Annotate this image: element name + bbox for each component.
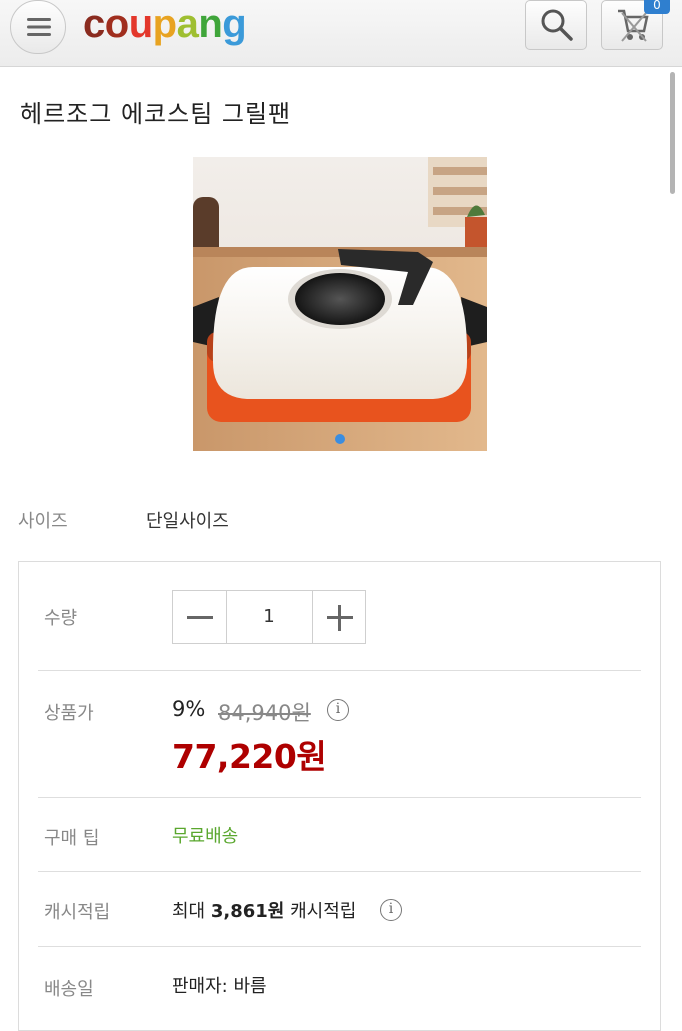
coupang-logo[interactable]: coupang xyxy=(83,2,247,46)
original-price: 84,940원 xyxy=(218,701,311,725)
decrease-quantity-button[interactable] xyxy=(173,591,227,643)
logo-letter: o xyxy=(104,2,129,46)
cash-prefix: 최대 xyxy=(172,901,206,922)
cash-amount: 3,861원 xyxy=(210,901,285,922)
quantity-label: 수량 xyxy=(44,608,78,629)
sale-price: 77,220원 xyxy=(172,737,327,776)
divider xyxy=(38,946,641,947)
quantity-stepper: 1 xyxy=(172,590,366,644)
cash-reward-label: 캐시적립 xyxy=(44,902,111,923)
logo-letter: p xyxy=(152,2,177,46)
price-label: 상품가 xyxy=(44,703,94,724)
logo-letter: a xyxy=(176,2,199,46)
search-button[interactable] xyxy=(525,0,587,50)
scrollbar[interactable] xyxy=(670,72,675,194)
divider xyxy=(38,797,641,798)
cash-reward-text: 최대 3,861원 캐시적립 xyxy=(172,897,356,923)
delivery-date-label: 배송일 xyxy=(44,979,94,1000)
free-shipping-text: 무료배송 xyxy=(172,826,239,847)
logo-letter: g xyxy=(222,2,247,46)
quantity-value[interactable]: 1 xyxy=(226,591,312,643)
discount-rate: 9% xyxy=(172,697,206,721)
divider xyxy=(38,871,641,872)
search-icon xyxy=(541,9,573,41)
cash-info-icon[interactable]: i xyxy=(380,899,402,921)
menu-icon xyxy=(27,18,51,36)
logo-letter: u xyxy=(128,2,153,46)
purchase-tip-label: 구매 팁 xyxy=(44,828,100,849)
menu-button[interactable] xyxy=(10,0,66,54)
size-label: 사이즈 xyxy=(18,511,68,532)
size-value[interactable]: 단일사이즈 xyxy=(146,507,229,533)
seller-text: 판매자: 바름 xyxy=(172,976,267,997)
logo-letter: n xyxy=(198,2,223,46)
logo-letter: c xyxy=(83,2,105,46)
increase-quantity-button[interactable] xyxy=(312,591,366,643)
top-header: coupang 0 xyxy=(0,0,682,67)
cash-suffix: 캐시적립 xyxy=(290,901,357,922)
grill-pan-photo xyxy=(193,157,487,451)
image-indicator-dot[interactable] xyxy=(335,434,345,444)
cart-count-badge: 0 xyxy=(644,0,670,14)
product-title: 헤르조그 에코스팀 그릴팬 xyxy=(20,100,292,128)
product-image[interactable] xyxy=(193,157,487,451)
price-info-icon[interactable]: i xyxy=(327,699,349,721)
divider xyxy=(38,670,641,671)
